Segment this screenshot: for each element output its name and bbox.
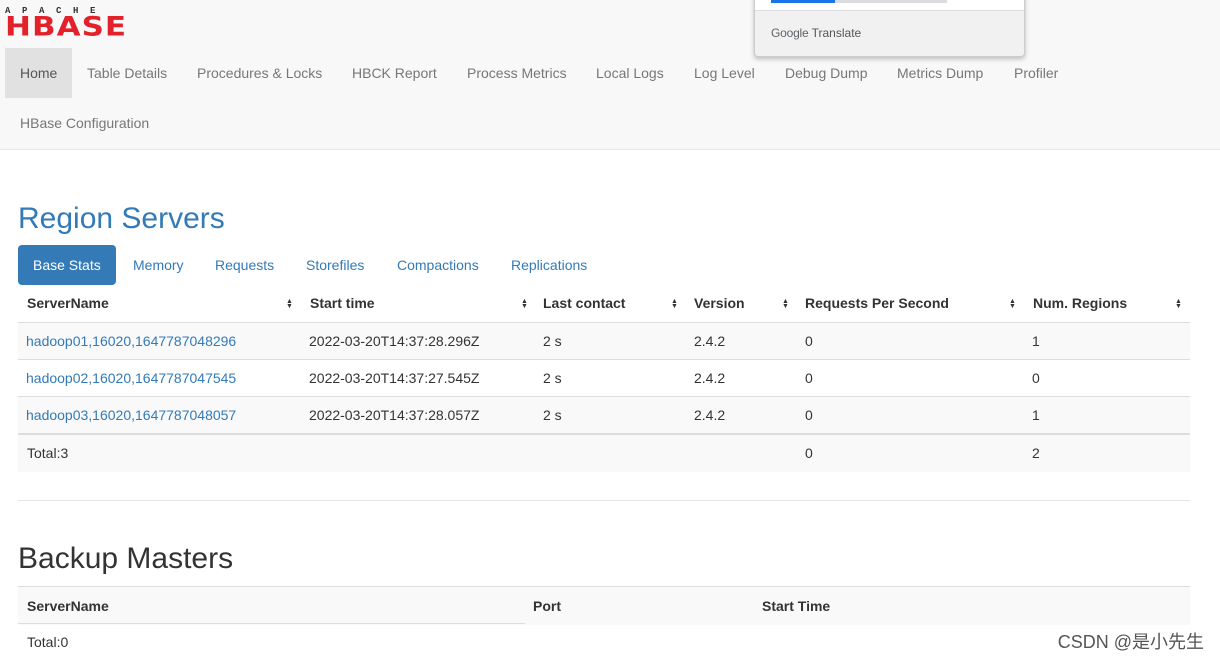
start-time-cell: 2022-03-20T14:37:28.057Z bbox=[309, 407, 480, 423]
tab-replications[interactable]: Replications bbox=[496, 245, 602, 285]
col-servername: ServerName bbox=[27, 598, 109, 614]
total-regions: 2 bbox=[1032, 445, 1040, 461]
start-time-cell: 2022-03-20T14:37:27.545Z bbox=[309, 370, 480, 386]
server-link[interactable]: hadoop03,16020,1647787048057 bbox=[26, 397, 236, 434]
last-contact-cell: 2 s bbox=[543, 333, 562, 349]
table-row: hadoop03,16020,1647787048057 2022-03-20T… bbox=[18, 396, 1190, 434]
tab-storefiles[interactable]: Storefiles bbox=[291, 245, 379, 285]
requests-cell: 0 bbox=[805, 370, 813, 386]
region-servers-table: ServerName ▲ ▼ Start time ▲ ▼ Last contact… bbox=[18, 285, 1190, 472]
sort-icon[interactable]: ▲ ▼ bbox=[782, 285, 789, 322]
backup-masters-total: Total:0 bbox=[27, 634, 69, 650]
requests-cell: 0 bbox=[805, 407, 813, 423]
csdn-watermark: CSDN @是小先生 bbox=[1057, 632, 1204, 652]
translate-word: Translate bbox=[811, 26, 862, 40]
sort-icon[interactable]: ▲ ▼ bbox=[671, 285, 678, 322]
backup-masters-header-row: ServerName Port Start Time bbox=[18, 586, 1190, 625]
section-divider bbox=[18, 500, 1190, 501]
total-requests: 0 bbox=[805, 445, 813, 461]
nav-home[interactable]: Home bbox=[5, 48, 72, 98]
google-translate-popup: Google Translate bbox=[754, 0, 1025, 57]
logo-hbase-text: HBASE bbox=[5, 11, 128, 43]
last-contact-cell: 2 s bbox=[543, 370, 562, 386]
server-link[interactable]: hadoop01,16020,1647787048296 bbox=[26, 323, 236, 360]
col-start-time: Start Time bbox=[762, 598, 831, 614]
sort-icon[interactable]: ▲ ▼ bbox=[286, 285, 293, 322]
table-row: hadoop01,16020,1647787048296 2022-03-20T… bbox=[18, 322, 1190, 360]
col-servername[interactable]: ServerName bbox=[27, 285, 109, 322]
hbase-logo[interactable]: APACHE HBASE bbox=[5, 6, 145, 42]
tab-compactions[interactable]: Compactions bbox=[382, 245, 494, 285]
regions-cell: 1 bbox=[1032, 407, 1040, 423]
nav-table-details[interactable]: Table Details bbox=[72, 48, 182, 98]
table-row: hadoop02,16020,1647787047545 2022-03-20T… bbox=[18, 359, 1190, 397]
nav-local-logs[interactable]: Local Logs bbox=[581, 48, 679, 98]
top-navbar: APACHE HBASE Home Table Details Procedur… bbox=[0, 0, 1220, 150]
translate-selected-indicator[interactable] bbox=[771, 0, 835, 3]
server-link[interactable]: hadoop02,16020,1647787047545 bbox=[26, 360, 236, 397]
sort-icon[interactable]: ▲ ▼ bbox=[1009, 285, 1016, 322]
total-label: Total:3 bbox=[27, 445, 69, 461]
region-servers-title: Region Servers bbox=[18, 202, 225, 235]
requests-cell: 0 bbox=[805, 333, 813, 349]
col-num-regions[interactable]: Num. Regions bbox=[1033, 285, 1127, 322]
backup-masters-title: Backup Masters bbox=[18, 542, 234, 575]
regions-cell: 0 bbox=[1032, 370, 1040, 386]
table-header-row: ServerName ▲ ▼ Start time ▲ ▼ Last contact… bbox=[18, 285, 1190, 324]
regions-cell: 1 bbox=[1032, 333, 1040, 349]
col-requests-per-second[interactable]: Requests Per Second bbox=[805, 285, 949, 322]
start-time-cell: 2022-03-20T14:37:28.296Z bbox=[309, 333, 480, 349]
col-port: Port bbox=[533, 598, 561, 614]
google-translate-label: Google Translate bbox=[771, 26, 861, 40]
sort-icon[interactable]: ▲ ▼ bbox=[1175, 285, 1182, 322]
header-underline bbox=[18, 623, 525, 624]
version-cell: 2.4.2 bbox=[694, 407, 726, 423]
version-cell: 2.4.2 bbox=[694, 333, 726, 349]
col-start-time[interactable]: Start time bbox=[310, 285, 375, 322]
tab-requests[interactable]: Requests bbox=[200, 245, 289, 285]
nav-procedures-locks[interactable]: Procedures & Locks bbox=[182, 48, 337, 98]
col-version[interactable]: Version bbox=[694, 285, 745, 322]
google-wordmark: Google bbox=[771, 26, 809, 40]
sort-icon[interactable]: ▲ ▼ bbox=[521, 285, 528, 322]
col-last-contact[interactable]: Last contact bbox=[543, 285, 625, 322]
tab-base-stats[interactable]: Base Stats bbox=[18, 245, 116, 285]
tab-memory[interactable]: Memory bbox=[118, 245, 199, 285]
last-contact-cell: 2 s bbox=[543, 407, 562, 423]
translate-unselected-indicator[interactable] bbox=[835, 0, 947, 3]
table-total-row: Total:3 0 2 bbox=[18, 433, 1190, 472]
nav-hbck-report[interactable]: HBCK Report bbox=[337, 48, 452, 98]
translate-language-bar bbox=[755, 0, 1024, 11]
version-cell: 2.4.2 bbox=[694, 370, 726, 386]
nav-hbase-configuration[interactable]: HBase Configuration bbox=[5, 98, 164, 148]
nav-process-metrics[interactable]: Process Metrics bbox=[452, 48, 582, 98]
